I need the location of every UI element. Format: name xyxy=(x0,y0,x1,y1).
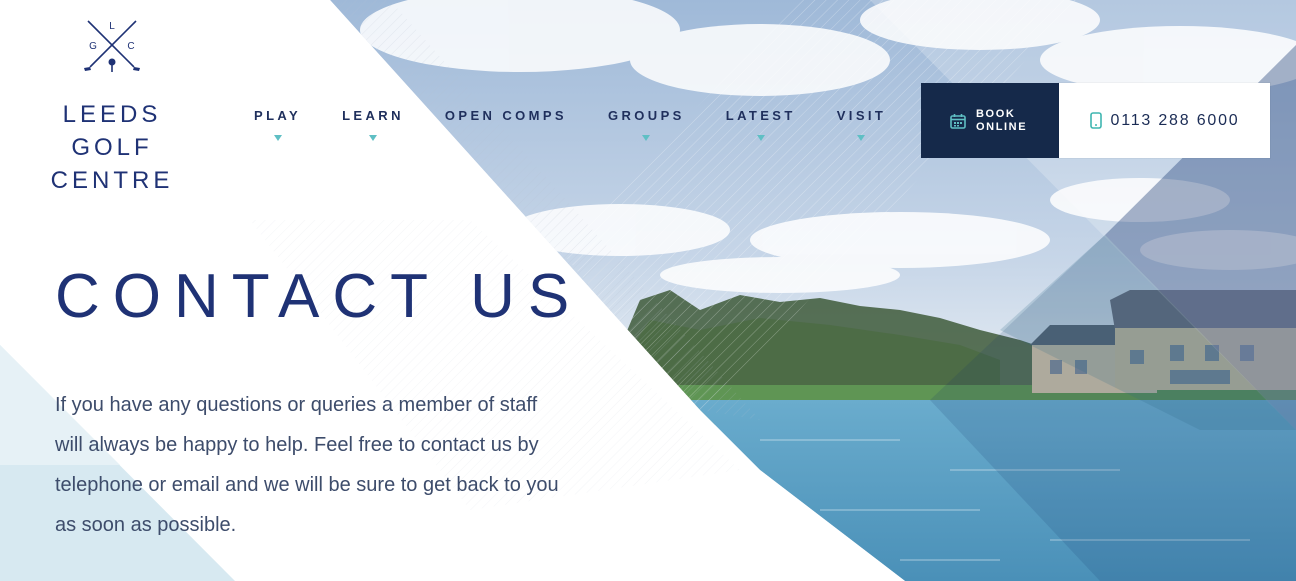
chevron-down-icon xyxy=(756,135,765,141)
phone-number-button[interactable]: 0113 288 6000 xyxy=(1059,83,1270,158)
nav-item-label: PLAY xyxy=(254,108,302,123)
logo-initial-c: C xyxy=(127,41,134,52)
logo-name-line-2: CENTRE xyxy=(50,167,174,194)
page-title: CONTACT US xyxy=(55,262,583,331)
chevron-down-icon xyxy=(857,135,866,141)
main-navigation: PLAY LEARN OPEN COMPS GROUPS LATEST VISI… xyxy=(236,108,886,144)
nav-item-label: GROUPS xyxy=(607,108,685,123)
logo-initial-l: L xyxy=(109,21,115,32)
nav-item-groups[interactable]: GROUPS xyxy=(608,108,685,144)
logo-initial-g: G xyxy=(89,41,97,52)
nav-item-learn[interactable]: LEARN xyxy=(342,108,404,144)
site-logo[interactable]: L G C LEEDS GOLF CENTRE xyxy=(18,18,206,197)
chevron-down-icon xyxy=(642,135,651,141)
intro-paragraph: If you have any questions or queries a m… xyxy=(55,394,559,536)
nav-item-latest[interactable]: LATEST xyxy=(726,108,796,144)
nav-item-label: VISIT xyxy=(836,108,887,123)
nav-item-visit[interactable]: VISIT xyxy=(837,108,887,144)
book-online-button[interactable]: BOOK ONLINE xyxy=(921,83,1059,158)
nav-item-label: LATEST xyxy=(725,108,796,123)
crossed-clubs-logo-icon: L G C xyxy=(84,20,140,72)
mobile-phone-icon xyxy=(1089,112,1102,129)
nav-item-label: OPEN COMPS xyxy=(444,108,567,123)
chevron-down-icon xyxy=(368,135,377,141)
calendar-icon xyxy=(950,113,966,129)
phone-number-label: 0113 288 6000 xyxy=(1110,111,1240,129)
logo-name-line-1: LEEDS GOLF xyxy=(62,101,162,161)
nav-item-open-comps[interactable]: OPEN COMPS xyxy=(445,108,567,144)
nav-item-label: LEARN xyxy=(342,108,404,123)
nav-item-play[interactable]: PLAY xyxy=(254,108,301,144)
book-online-label: BOOK ONLINE xyxy=(976,107,1028,133)
chevron-down-icon xyxy=(273,135,282,141)
